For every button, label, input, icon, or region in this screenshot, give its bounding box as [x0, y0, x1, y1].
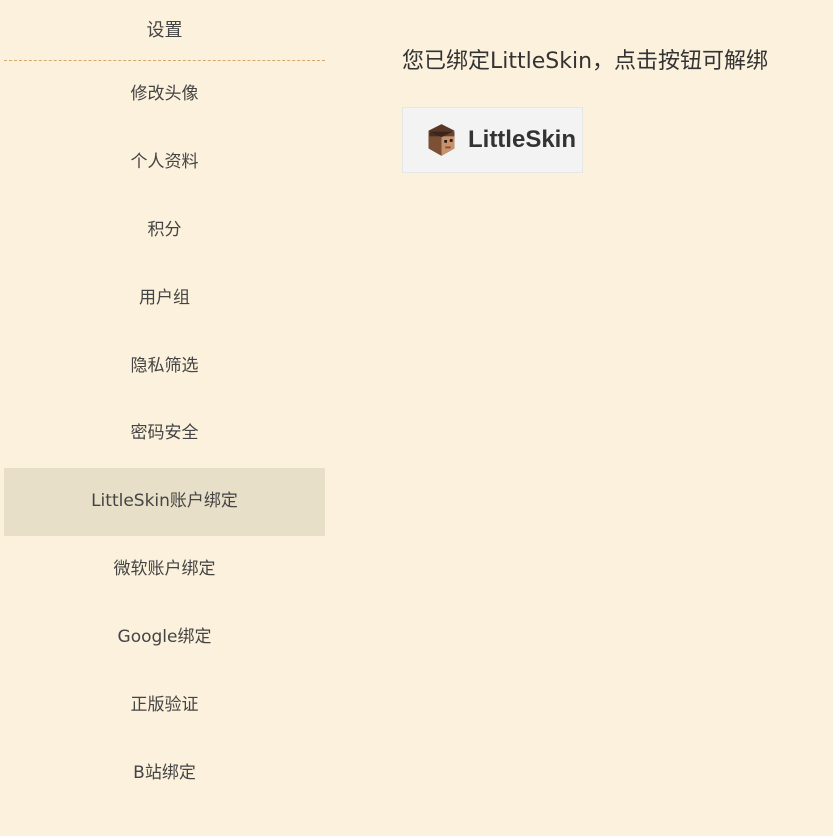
sidebar-item-littleskin-binding[interactable]: LittleSkin账户绑定 — [4, 468, 325, 537]
sidebar-item-official-verification[interactable]: 正版验证 — [4, 672, 325, 740]
sidebar-item-google-binding[interactable]: Google绑定 — [4, 604, 325, 672]
settings-sidebar: 设置 修改头像 个人资料 积分 用户组 隐私筛选 密码安全 LittleSkin… — [4, 0, 325, 808]
sidebar-item-points[interactable]: 积分 — [4, 197, 325, 265]
sidebar-item-change-avatar[interactable]: 修改头像 — [4, 61, 325, 129]
sidebar-item-bilibili-binding[interactable]: B站绑定 — [4, 740, 325, 808]
littleskin-button-label: LittleSkin — [467, 126, 576, 153]
sidebar-item-microsoft-binding[interactable]: 微软账户绑定 — [4, 536, 325, 604]
littleskin-head-icon — [428, 124, 455, 156]
sidebar-item-privacy-filter[interactable]: 隐私筛选 — [4, 333, 325, 401]
settings-menu: 修改头像 个人资料 积分 用户组 隐私筛选 密码安全 LittleSkin账户绑… — [4, 61, 325, 808]
binding-status-message: 您已绑定LittleSkin，点击按钮可解绑 — [402, 49, 769, 74]
sidebar-item-password-security[interactable]: 密码安全 — [4, 400, 325, 468]
binding-content: 您已绑定LittleSkin，点击按钮可解绑 LittleSkin — [402, 42, 833, 173]
sidebar-item-user-group[interactable]: 用户组 — [4, 265, 325, 333]
sidebar-title: 设置 — [4, 0, 325, 61]
sidebar-item-profile[interactable]: 个人资料 — [4, 129, 325, 197]
littleskin-unbind-button[interactable]: LittleSkin — [402, 107, 583, 173]
